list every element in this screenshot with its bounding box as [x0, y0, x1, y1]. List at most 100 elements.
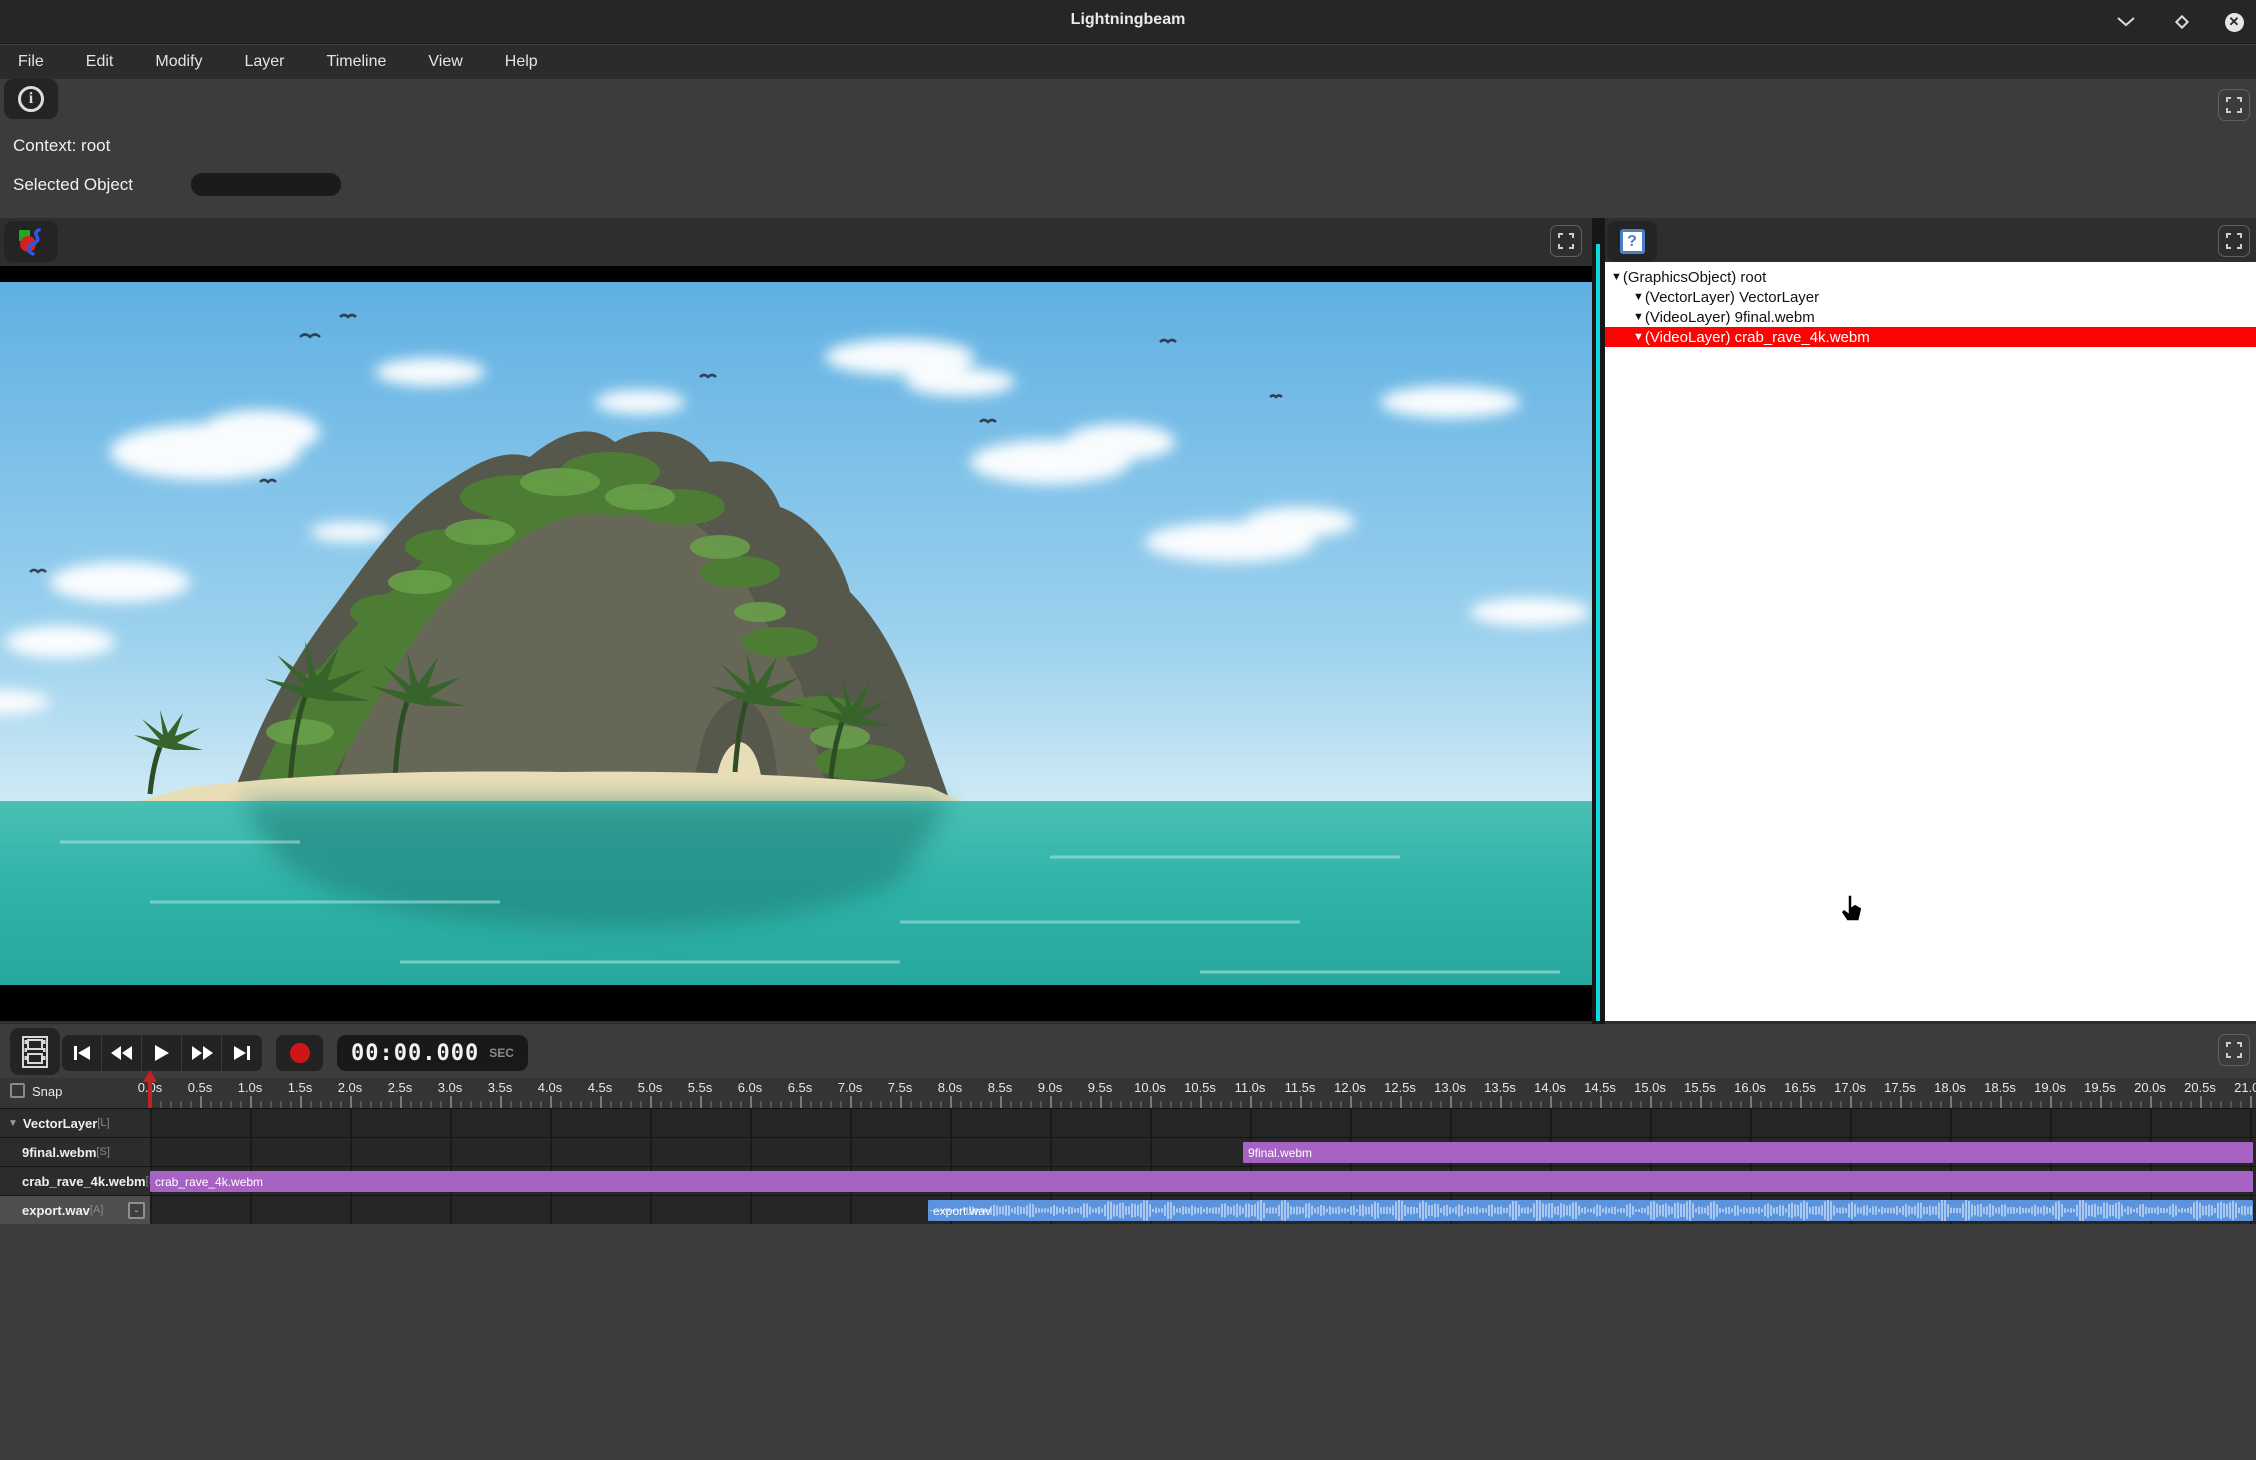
ruler-time-label: 19.0s: [2034, 1080, 2066, 1095]
tree-item[interactable]: ▼(VideoLayer) 9final.webm: [1605, 307, 2256, 327]
ruler-time-label: 12.0s: [1334, 1080, 1366, 1095]
ruler-minor-tick: [1680, 1101, 1682, 1108]
ruler-major-tick: [400, 1096, 402, 1108]
ruler-minor-tick: [1430, 1101, 1432, 1108]
workspace: ? ▼(GraphicsObject) root▼(VectorLayer) V…: [0, 218, 2256, 1024]
expand-icon: [2226, 233, 2242, 249]
ruler-time-label: 2.5s: [388, 1080, 413, 1095]
tree-item[interactable]: ▼(VideoLayer) crab_rave_4k.webm: [1605, 327, 2256, 347]
snap-checkbox[interactable]: [10, 1083, 25, 1098]
ruler-minor-tick: [1890, 1101, 1892, 1108]
ruler-minor-tick: [1560, 1101, 1562, 1108]
ruler-minor-tick: [1140, 1101, 1142, 1108]
ruler-major-tick: [1550, 1096, 1552, 1108]
ruler-minor-tick: [210, 1101, 212, 1108]
ruler-minor-tick: [1170, 1101, 1172, 1108]
ruler-minor-tick: [2080, 1101, 2082, 1108]
ruler-minor-tick: [1920, 1101, 1922, 1108]
track-label[interactable]: ▼VectorLayer[L]: [0, 1109, 150, 1137]
tree-item[interactable]: ▼(GraphicsObject) root: [1605, 267, 2256, 287]
ruler-minor-tick: [1510, 1101, 1512, 1108]
track-name: export.wav: [22, 1203, 90, 1218]
play-button[interactable]: [142, 1035, 182, 1071]
minimize-button[interactable]: [2114, 10, 2138, 34]
tree-tab[interactable]: ?: [1607, 221, 1657, 262]
ruler-major-tick: [2200, 1096, 2202, 1108]
ruler-time-label: 11.5s: [1285, 1080, 1316, 1095]
record-button[interactable]: [276, 1035, 323, 1071]
ruler-time-label: 13.0s: [1434, 1080, 1466, 1095]
ruler-major-tick: [1950, 1096, 1952, 1108]
ruler-minor-tick: [1190, 1101, 1192, 1108]
track-label[interactable]: export.wav[A]-: [0, 1196, 150, 1224]
menu-item-timeline[interactable]: Timeline: [321, 51, 393, 73]
ruler-minor-tick: [890, 1101, 892, 1108]
ruler-minor-tick: [330, 1101, 332, 1108]
ruler-time-label: 1.0s: [238, 1080, 263, 1095]
menu-item-file[interactable]: File: [12, 51, 50, 73]
stage-expand-button[interactable]: [1550, 225, 1582, 257]
ruler-minor-tick: [190, 1101, 192, 1108]
menu-item-layer[interactable]: Layer: [238, 51, 290, 73]
stage-tab[interactable]: [4, 221, 58, 262]
ruler-minor-tick: [2090, 1101, 2092, 1108]
ruler-time-label: 3.5s: [488, 1080, 513, 1095]
maximize-button[interactable]: [2170, 10, 2194, 34]
selected-object-input[interactable]: [191, 173, 341, 196]
track-toggle-button[interactable]: -: [128, 1202, 145, 1219]
inspector-tab[interactable]: i: [4, 79, 58, 119]
track-name: 9final.webm: [22, 1145, 96, 1160]
play-icon: [154, 1044, 170, 1062]
timeline-clip[interactable]: export.wav: [928, 1200, 2253, 1221]
track-row: ▼VectorLayer[L]: [0, 1108, 2256, 1137]
skip-to-end-button[interactable]: [222, 1035, 262, 1071]
ruler-minor-tick: [1130, 1101, 1132, 1108]
track-label[interactable]: 9final.webm[S]: [0, 1138, 150, 1166]
ruler-minor-tick: [2210, 1101, 2212, 1108]
ruler-minor-tick: [1220, 1101, 1222, 1108]
timeline-tab[interactable]: [10, 1028, 60, 1075]
ruler-minor-tick: [1110, 1101, 1112, 1108]
ruler-minor-tick: [1870, 1101, 1872, 1108]
ruler-minor-tick: [1470, 1101, 1472, 1108]
timeline-clip[interactable]: 9final.webm: [1243, 1142, 2253, 1163]
collapse-arrow-icon[interactable]: ▼: [1633, 291, 1644, 303]
ruler-minor-tick: [1670, 1101, 1672, 1108]
menu-item-view[interactable]: View: [422, 51, 468, 73]
ruler-minor-tick: [430, 1101, 432, 1108]
ruler-minor-tick: [1830, 1101, 1832, 1108]
ruler-minor-tick: [1290, 1101, 1292, 1108]
ruler-minor-tick: [540, 1101, 542, 1108]
menu-item-modify[interactable]: Modify: [149, 51, 208, 73]
clip-label: crab_rave_4k.webm: [150, 1175, 263, 1189]
menu-item-help[interactable]: Help: [499, 51, 544, 73]
ruler-major-tick: [1150, 1096, 1152, 1108]
skip-to-start-button[interactable]: [62, 1035, 102, 1071]
ruler-minor-tick: [240, 1101, 242, 1108]
stage-canvas[interactable]: [0, 266, 1592, 1021]
collapse-arrow-icon[interactable]: ▼: [1633, 311, 1644, 323]
menu-item-edit[interactable]: Edit: [80, 51, 120, 73]
close-button[interactable]: ✕: [2222, 10, 2246, 34]
fast-forward-button[interactable]: [182, 1035, 222, 1071]
ruler-minor-tick: [290, 1101, 292, 1108]
ruler-major-tick: [1650, 1096, 1652, 1108]
object-tree: ▼(GraphicsObject) root▼(VectorLayer) Vec…: [1605, 262, 2256, 1021]
timeline-expand-button[interactable]: [2218, 1034, 2250, 1066]
ruler-minor-tick: [1010, 1101, 1012, 1108]
timeline-clip[interactable]: crab_rave_4k.webm: [150, 1171, 2253, 1192]
ruler-minor-tick: [930, 1101, 932, 1108]
ruler-time-label: 14.0s: [1534, 1080, 1566, 1095]
panel-divider[interactable]: [1592, 218, 1605, 1024]
tree-item[interactable]: ▼(VectorLayer) VectorLayer: [1605, 287, 2256, 307]
track-collapse-arrow-icon[interactable]: ▼: [8, 1118, 18, 1129]
rewind-button[interactable]: [102, 1035, 142, 1071]
tree-expand-button[interactable]: [2218, 225, 2250, 257]
ruler-minor-tick: [1840, 1101, 1842, 1108]
inspector-expand-button[interactable]: [2218, 89, 2250, 121]
timeline-ruler[interactable]: Snap 0.0s0.5s1.0s1.5s2.0s2.5s3.0s3.5s4.0…: [0, 1078, 2256, 1108]
collapse-arrow-icon[interactable]: ▼: [1611, 271, 1622, 283]
ruler-minor-tick: [520, 1101, 522, 1108]
track-label[interactable]: crab_rave_4k.webm[S]: [0, 1167, 150, 1195]
collapse-arrow-icon[interactable]: ▼: [1633, 331, 1644, 343]
